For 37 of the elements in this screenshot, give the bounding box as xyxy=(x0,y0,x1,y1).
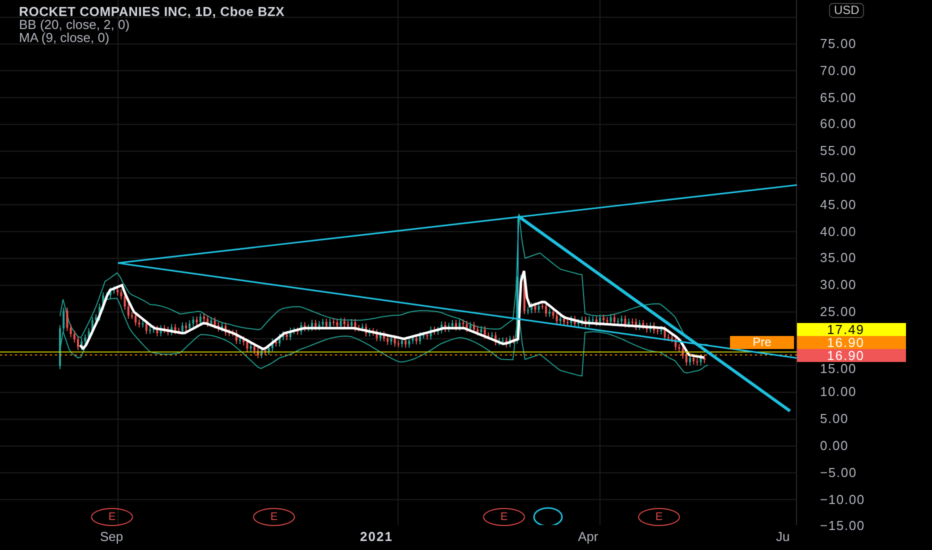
indicator-label[interactable]: MA (9, close, 0) xyxy=(19,31,285,44)
indicator-label[interactable]: BB (20, close, 2, 0) xyxy=(19,18,285,31)
price-tag: 16.90 xyxy=(797,336,906,349)
price-tick: 5.00 xyxy=(819,411,850,428)
price-tick: 25.00 xyxy=(819,304,858,320)
price-tick: 0.00 xyxy=(819,438,850,454)
time-label: Ju xyxy=(776,529,790,544)
chart-title: ROCKET COMPANIES INC, 1D, Cboe BZX xyxy=(19,5,285,18)
price-tick: 75.00 xyxy=(819,36,858,52)
price-tick: 15.00 xyxy=(819,362,858,375)
earnings-marker[interactable]: E xyxy=(253,508,295,526)
price-tick: 30.00 xyxy=(819,277,858,294)
price-tick: 70.00 xyxy=(819,62,858,79)
price-tick: 10.00 xyxy=(819,384,858,400)
price-tick: 55.00 xyxy=(819,143,858,160)
price-tag: 16.90 xyxy=(797,349,906,362)
time-label: 2021 xyxy=(360,529,393,544)
time-label: Sep xyxy=(100,529,124,544)
earnings-marker[interactable]: E xyxy=(483,508,525,526)
session-label: Pre xyxy=(730,336,794,349)
price-tick: −15.00 xyxy=(819,518,866,534)
earnings-marker[interactable]: E xyxy=(638,508,680,526)
price-tick: 35.00 xyxy=(819,250,858,266)
price-tick: 45.00 xyxy=(819,196,858,213)
price-tick: 60.00 xyxy=(819,116,858,132)
earnings-marker[interactable]: E xyxy=(91,508,133,526)
price-tag: 17.49 xyxy=(797,323,906,336)
time-label: Apr xyxy=(578,529,598,544)
price-tick: 50.00 xyxy=(819,170,858,186)
currency-label[interactable]: USD xyxy=(829,3,864,18)
price-tick: 65.00 xyxy=(819,90,858,106)
event-marker xyxy=(533,507,563,525)
time-axis[interactable]: Sep 2021 Apr Ju xyxy=(0,525,797,550)
price-tick: −10.00 xyxy=(819,492,866,508)
price-axis[interactable]: USD 75.00 70.00 65.00 60.00 55.00 50.00 45.00 40.00 35.00 30.00 25.00 15.00 10.00 5.00 0.00 −5.00 −10.00 −15.00 17.49 16.90 16.90 xyxy=(797,0,932,550)
price-tick: 40.00 xyxy=(819,224,858,240)
price-tick: −5.00 xyxy=(819,464,858,481)
